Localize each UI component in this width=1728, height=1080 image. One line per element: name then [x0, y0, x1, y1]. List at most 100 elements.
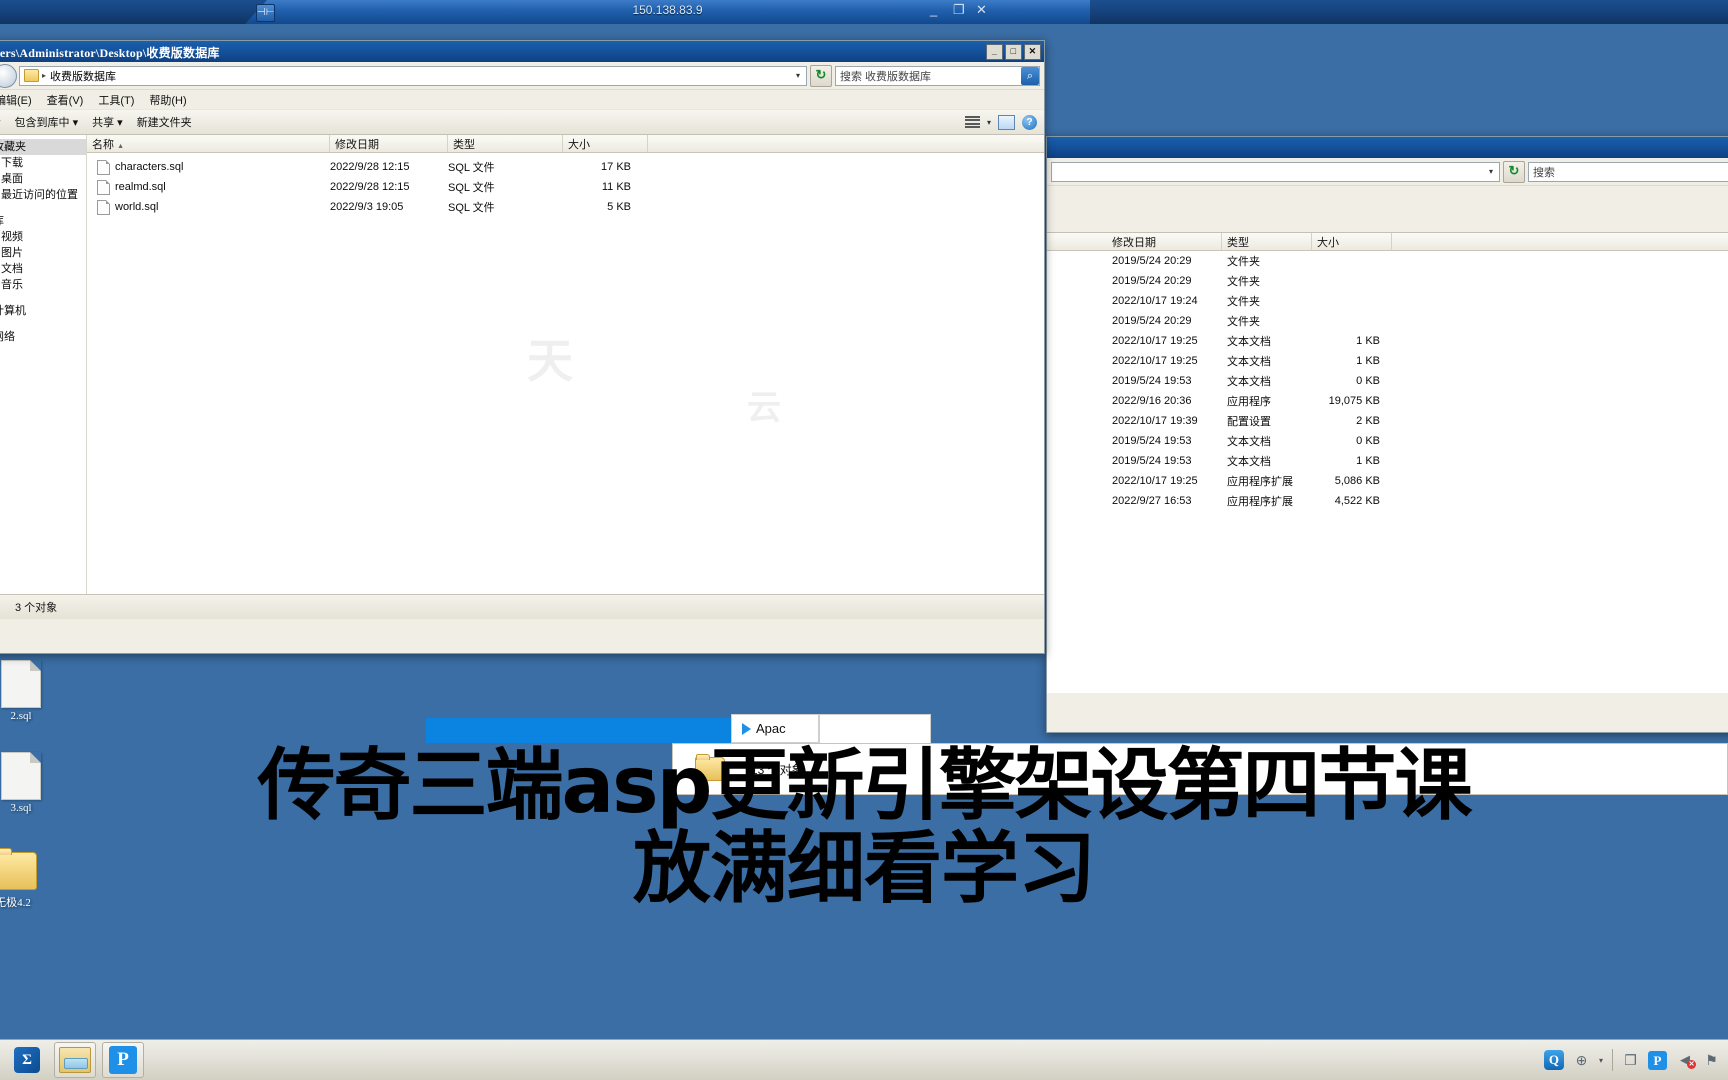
main-explorer-window[interactable]: sers\Administrator\Desktop\收费版数据库 _ □ ✕ …: [0, 40, 1045, 654]
cell-date: 2022/10/17 19:24: [1112, 295, 1198, 307]
cell-date: 2022/10/17 19:25: [1112, 475, 1198, 487]
include-in-library-button[interactable]: 包含到库中 ▾: [15, 114, 79, 130]
menu-item-view[interactable]: 查看(V): [47, 92, 84, 108]
cell-type: SQL 文件: [448, 202, 495, 214]
network-icon[interactable]: ⊕: [1573, 1052, 1590, 1069]
sidebar-item-desktop[interactable]: 桌面: [0, 171, 86, 187]
chevron-down-icon[interactable]: ▾: [987, 118, 991, 127]
column-header-date[interactable]: 修改日期: [330, 135, 448, 152]
refresh-icon[interactable]: ↻: [810, 64, 832, 87]
organize-dropdown[interactable]: ▾: [0, 116, 1, 129]
play-icon[interactable]: [742, 722, 751, 735]
breadcrumb-current[interactable]: 收费版数据库: [50, 68, 116, 84]
column-header-size[interactable]: 大小: [563, 135, 648, 152]
background-search-input[interactable]: 搜索: [1528, 161, 1728, 182]
sidebar-item-downloads[interactable]: 下载: [0, 155, 86, 171]
address-input[interactable]: ▸ 收费版数据库 ▾: [19, 65, 807, 86]
cell-size: 1 KB: [1356, 455, 1380, 467]
flag-icon[interactable]: ⚑: [1703, 1052, 1720, 1069]
maximize-button[interactable]: □: [1005, 44, 1022, 60]
background-col-date[interactable]: 修改日期: [1107, 233, 1222, 250]
show-hidden-icons-icon[interactable]: ▾: [1599, 1056, 1603, 1065]
rdp-restore-button[interactable]: ❐: [953, 2, 965, 18]
sidebar-item-computer[interactable]: 计算机: [0, 303, 86, 319]
cell-type: 文件夹: [1227, 276, 1260, 288]
cell-size: 5 KB: [607, 201, 631, 213]
table-row[interactable]: 2019/5/24 19:53 文本文档 1 KB: [1047, 451, 1728, 471]
desktop-icon-2sql[interactable]: 2.sql: [0, 660, 56, 722]
cell-date: 2019/5/24 19:53: [1112, 455, 1192, 467]
change-view-icon[interactable]: [964, 115, 980, 129]
background-explorer-window[interactable]: ▾ ↻ 搜索 修改日期 类型 大小 2019/5/24 20:29 文件夹 2019…: [1046, 136, 1728, 733]
close-button[interactable]: ✕: [1024, 44, 1041, 60]
apache-service-row[interactable]: Apac: [731, 714, 819, 743]
watermark-artifact: 云: [747, 389, 781, 427]
table-row[interactable]: realmd.sql 2022/9/28 12:15 SQL 文件 11 KB: [87, 177, 1044, 197]
sidebar-item-videos[interactable]: 视频: [0, 229, 86, 245]
menu-item-tools[interactable]: 工具(T): [98, 92, 134, 108]
rdp-close-button[interactable]: ✕: [976, 2, 987, 18]
table-row[interactable]: 2022/10/17 19:25 文本文档 1 KB: [1047, 331, 1728, 351]
search-icon[interactable]: ⌕: [1021, 66, 1039, 85]
window-switch-icon[interactable]: ❐: [1622, 1052, 1639, 1069]
background-address-input[interactable]: ▾: [1051, 161, 1500, 182]
background-col-type[interactable]: 类型: [1222, 233, 1312, 250]
sql-file-icon: [97, 159, 110, 175]
taskbar-button-explorer[interactable]: [54, 1042, 96, 1078]
taskbar-button-powershell[interactable]: Σ: [6, 1042, 48, 1078]
share-with-button[interactable]: 共享 ▾: [92, 114, 123, 130]
volume-muted-icon[interactable]: ◀ ✕: [1676, 1051, 1696, 1069]
sidebar-item-recent-places[interactable]: 最近访问的位置: [0, 187, 86, 203]
table-row[interactable]: 2022/10/17 19:25 应用程序扩展 5,086 KB: [1047, 471, 1728, 491]
cell-date: 2022/10/17 19:39: [1112, 415, 1198, 427]
cell-type: 文本文档: [1227, 336, 1271, 348]
navigation-pane[interactable]: 收藏夹 下载 桌面 最近访问的位置 库 视频 图片 文档 音乐 计算机 网络: [0, 135, 87, 594]
refresh-icon[interactable]: ↻: [1503, 160, 1525, 183]
table-row[interactable]: world.sql 2022/9/3 19:05 SQL 文件 5 KB: [87, 197, 1044, 217]
table-row[interactable]: 2022/10/17 19:24 文件夹: [1047, 291, 1728, 311]
desktop-icon-3sql[interactable]: 3.sql: [0, 752, 56, 814]
menu-item-help[interactable]: 帮助(H): [149, 92, 186, 108]
table-row[interactable]: 2022/10/17 19:25 文本文档 1 KB: [1047, 351, 1728, 371]
desktop-icon-label: 无极4.2: [0, 897, 31, 909]
table-row[interactable]: 2019/5/24 20:29 文件夹: [1047, 251, 1728, 271]
column-header-name[interactable]: 名称 ▲: [87, 135, 330, 152]
q-icon[interactable]: Q: [1543, 1050, 1564, 1070]
help-icon[interactable]: ?: [1022, 114, 1037, 130]
sidebar-item-favorites[interactable]: 收藏夹: [0, 139, 86, 155]
background-file-list[interactable]: 修改日期 类型 大小 2019/5/24 20:29 文件夹 2019/5/24 2…: [1047, 233, 1728, 693]
chevron-down-icon[interactable]: ▾: [792, 71, 804, 80]
table-row[interactable]: 2019/5/24 19:53 文本文档 0 KB: [1047, 371, 1728, 391]
sidebar-item-libraries[interactable]: 库: [0, 213, 86, 229]
preview-pane-icon[interactable]: [998, 114, 1015, 130]
main-window-controls: _ □ ✕: [986, 44, 1041, 60]
column-header-type[interactable]: 类型: [448, 135, 563, 152]
table-row[interactable]: 2022/9/27 16:53 应用程序扩展 4,522 KB: [1047, 491, 1728, 511]
menu-item-edit[interactable]: 编辑(E): [0, 92, 32, 108]
sidebar-item-documents[interactable]: 文档: [0, 261, 86, 277]
sidebar-item-pictures[interactable]: 图片: [0, 245, 86, 261]
p-tray-icon[interactable]: P: [1648, 1050, 1667, 1070]
new-folder-button[interactable]: 新建文件夹: [137, 114, 192, 130]
sidebar-item-network[interactable]: 网络: [0, 329, 86, 345]
desktop-icon-wuji[interactable]: 无极4.2: [0, 848, 48, 910]
search-input[interactable]: 搜索 收费版数据库 ⌕: [835, 65, 1040, 86]
cell-type: 文本文档: [1227, 376, 1271, 388]
minimize-button[interactable]: _: [986, 44, 1003, 60]
background-col-name[interactable]: [1047, 233, 1107, 250]
table-row[interactable]: characters.sql 2022/9/28 12:15 SQL 文件 17 KB: [87, 157, 1044, 177]
back-button[interactable]: [0, 63, 17, 88]
table-row[interactable]: 2022/9/16 20:36 应用程序 19,075 KB: [1047, 391, 1728, 411]
table-row[interactable]: 2022/10/17 19:39 配置设置 2 KB: [1047, 411, 1728, 431]
rdp-minimize-button[interactable]: _: [930, 2, 937, 17]
taskbar-button-p-app[interactable]: P: [102, 1042, 144, 1078]
table-row[interactable]: 2019/5/24 20:29 文件夹: [1047, 271, 1728, 291]
file-list[interactable]: 天 云 名称 ▲ 修改日期 类型 大小 characters.sql 2022/9…: [87, 135, 1044, 594]
background-col-size[interactable]: 大小: [1312, 233, 1392, 250]
sidebar-item-music[interactable]: 音乐: [0, 277, 86, 293]
table-row[interactable]: 2019/5/24 19:53 文本文档 0 KB: [1047, 431, 1728, 451]
chevron-down-icon[interactable]: ▾: [1485, 167, 1497, 176]
table-row[interactable]: 2019/5/24 20:29 文件夹: [1047, 311, 1728, 331]
